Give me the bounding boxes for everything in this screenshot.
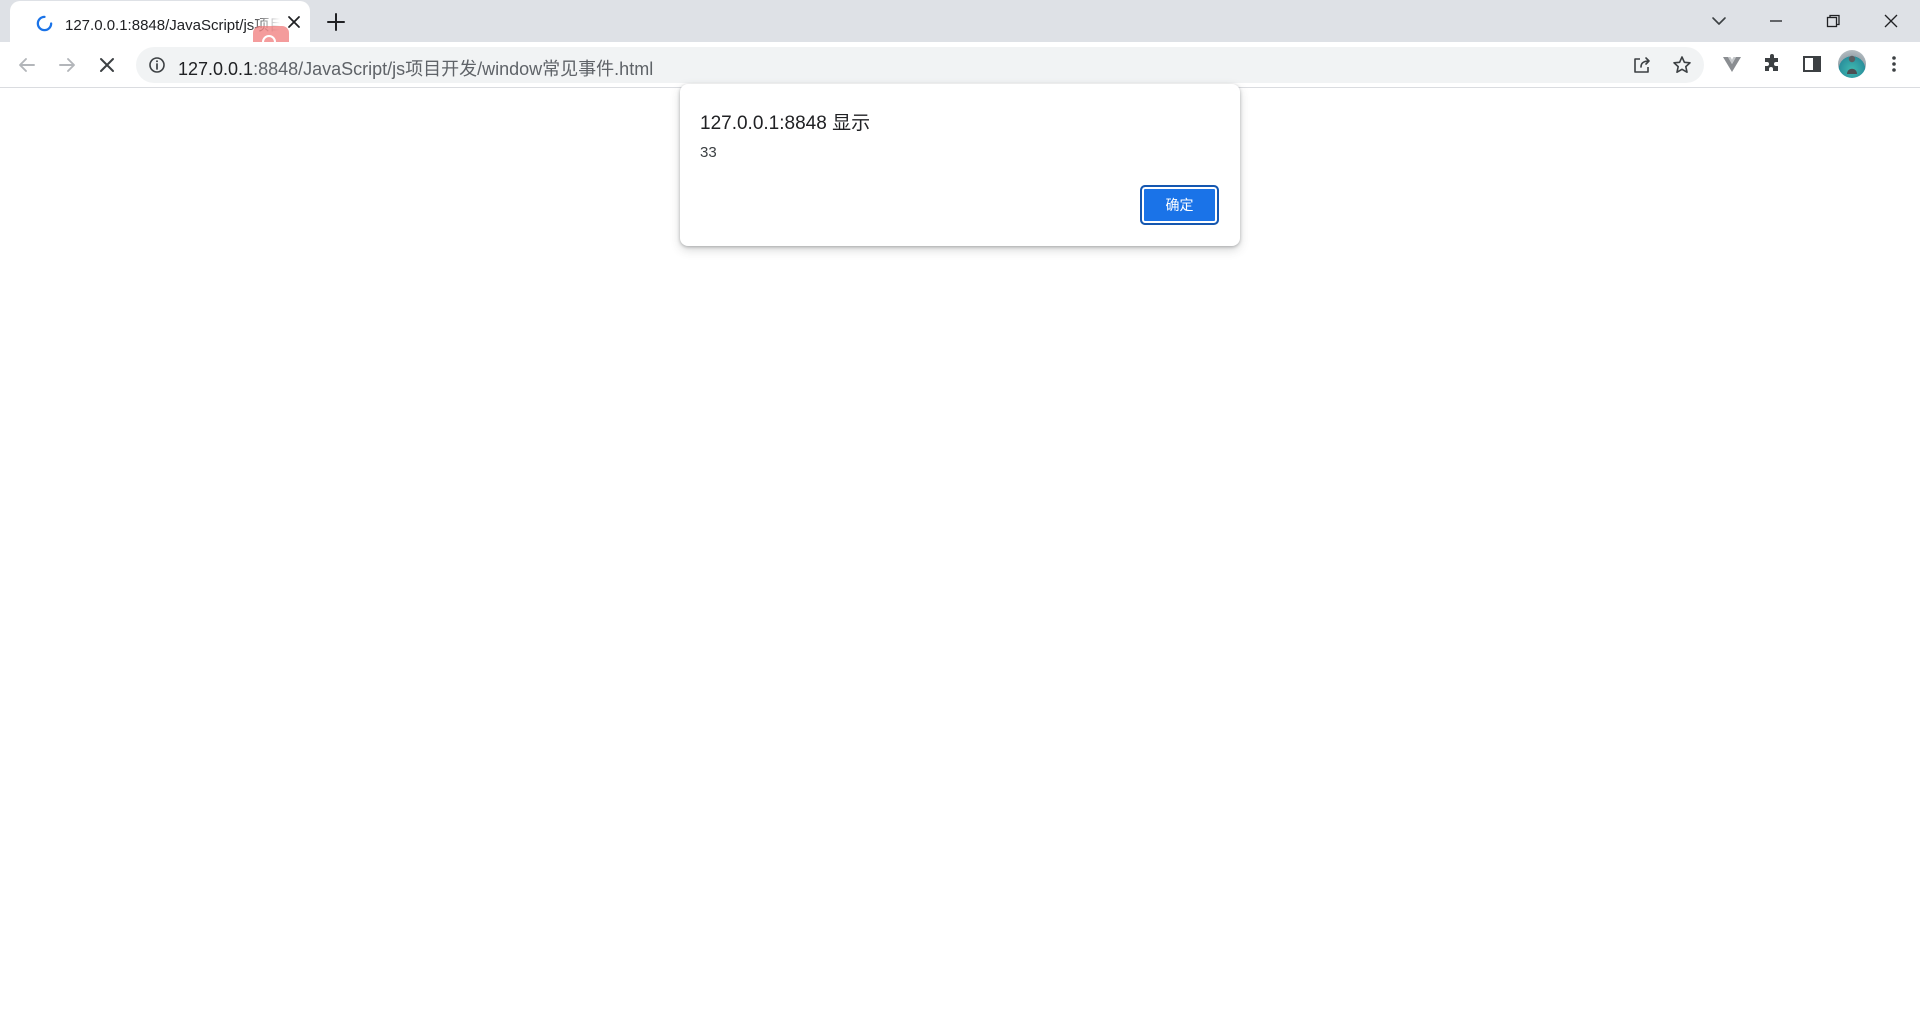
forward-arrow-icon[interactable] xyxy=(54,52,80,78)
url-text[interactable]: 127.0.0.1:8848/JavaScript/js项目开发/window常… xyxy=(178,55,653,81)
bookmark-star-icon[interactable] xyxy=(1671,54,1693,76)
alert-title: 127.0.0.1:8848 显示 xyxy=(700,113,871,134)
avatar-figure-icon xyxy=(1847,55,1857,74)
url-host: 127.0.0.1 xyxy=(178,59,254,79)
restore-icon[interactable] xyxy=(1819,7,1847,35)
alert-ok-button[interactable]: 确定 xyxy=(1140,185,1219,225)
share-icon[interactable] xyxy=(1631,54,1653,76)
kebab-menu-icon[interactable] xyxy=(1882,52,1906,76)
url-path: :8848/JavaScript/js项目开发/window常见事件.html xyxy=(253,59,654,79)
profile-avatar[interactable] xyxy=(1838,50,1866,78)
tab-strip: 127.0.0.1:8848/JavaScript/js项目开发/window常… xyxy=(0,0,1920,62)
vue-devtools-icon[interactable] xyxy=(1720,52,1744,76)
site-info-icon[interactable] xyxy=(148,56,166,74)
browser-toolbar: 127.0.0.1:8848/JavaScript/js项目开发/window常… xyxy=(0,42,1920,88)
new-tab-plus-icon[interactable] xyxy=(324,10,348,34)
extensions-puzzle-icon[interactable] xyxy=(1760,52,1784,76)
address-bar[interactable]: 127.0.0.1:8848/JavaScript/js项目开发/window常… xyxy=(136,47,1704,83)
alert-dialog: 127.0.0.1:8848 显示 33 确定 xyxy=(680,84,1240,246)
back-arrow-icon[interactable] xyxy=(14,52,40,78)
alert-message: 33 xyxy=(700,144,717,161)
side-panel-icon[interactable] xyxy=(1800,52,1824,76)
loading-spinner-icon xyxy=(36,15,53,32)
tab-search-chevron-down-icon[interactable] xyxy=(1705,7,1733,35)
stop-loading-icon[interactable] xyxy=(94,52,120,78)
close-window-icon[interactable] xyxy=(1877,7,1905,35)
minimize-icon[interactable] xyxy=(1762,7,1790,35)
tab-title: 127.0.0.1:8848/JavaScript/js项目开发/window常… xyxy=(65,17,280,34)
